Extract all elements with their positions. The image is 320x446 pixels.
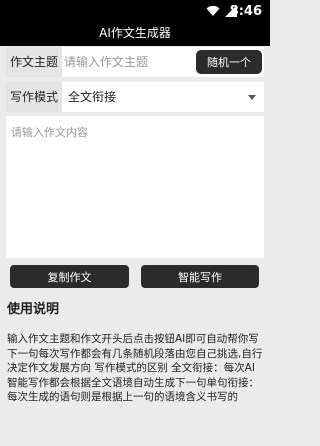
app-title: AI作文生成器 [0,24,270,46]
status-time: 8:46 [229,4,262,19]
help-title: 使用说明 [7,302,60,317]
topic-input[interactable] [64,51,190,73]
status-bar: 8:46 [0,0,270,24]
mode-selected-value[interactable]: 全文衔接 [68,82,116,112]
mode-label: 写作模式 [6,82,62,112]
content-input[interactable] [6,116,264,258]
help-text: 输入作文主题和作文开头后点击按钮AI即可自动帮你写下一句每次写作都会有几条随机段… [7,333,263,403]
smart-write-button[interactable]: 智能写作 [141,265,259,288]
random-topic-button[interactable]: 随机一个 [196,50,262,74]
topic-row: 作文主题 随机一个 [6,47,264,77]
copy-essay-button[interactable]: 复制作文 [10,265,129,288]
dropdown-arrow-icon[interactable] [248,95,256,100]
topic-label: 作文主题 [6,47,62,77]
wifi-icon [206,5,220,16]
mode-select[interactable]: 写作模式 全文衔接 [6,82,264,112]
